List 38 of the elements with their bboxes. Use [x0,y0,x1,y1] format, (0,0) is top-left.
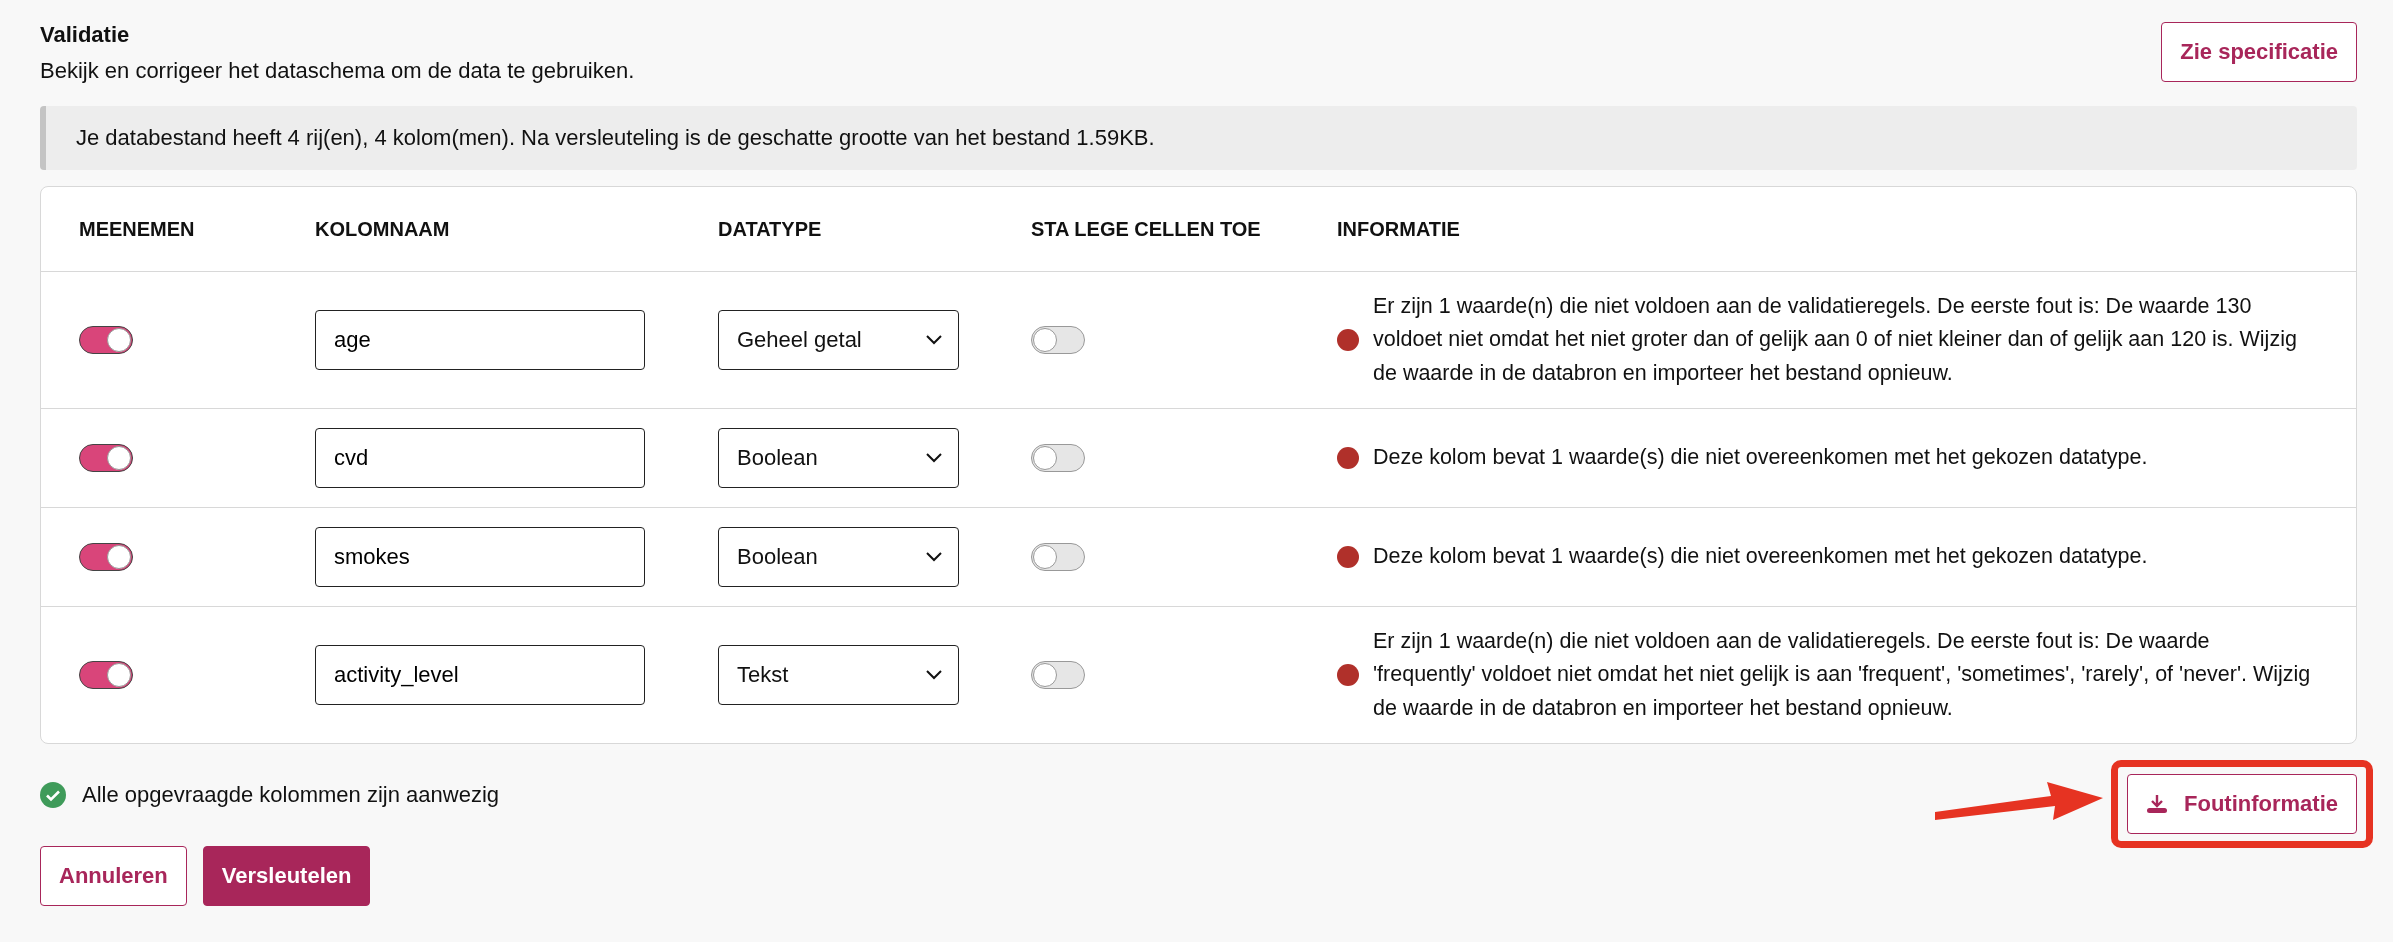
column-name-field[interactable]: age [315,309,645,370]
include-toggle[interactable] [79,325,133,354]
datatype-dropdown[interactable]: Geheel getal [718,309,959,370]
error-info-button[interactable]: Foutinformatie [2127,773,2357,834]
include-toggle[interactable] [79,542,133,571]
empty-cells-toggle[interactable] [1031,325,1085,354]
info-text: Deze kolom bevat 1 waarde(s) die niet overeenkomen met het gekozen datatype. [1373,543,2148,571]
empty-cells-toggle[interactable] [1031,660,1085,689]
column-header: INFORMATIE [1337,217,1461,241]
column-header: STA LEGE CELLEN TOE [1031,217,1262,241]
info-text: Er zijn 1 waarde(n) die niet voldoen aan de validatieregels. De eerste fout is: De waarde 130 voldoet niet omdat het niet groter dan of gelijk aan 0 of niet kleiner dan of gelijk aan 120 is. Wijzig de waarde in de databron en importeer het bestand opnieuw. [1373,293,2298,387]
download-icon [2146,793,2168,814]
info-text: Er zijn 1 waarde(n) die niet voldoen aan de validatieregels. De eerste fout is: De waarde 'frequently' voldoet niet omdat het niet gelijk is aan 'frequent', 'sometimes', 'rarely', of 'never'. Wijzig de waarde in de databron en importeer het bestand opnieuw. [1373,627,2311,722]
columns-status-text: Alle opgevraagde kolommen zijn aanwezig [82,781,500,808]
column-name-field[interactable]: smokes [315,526,645,587]
info-text: Deze kolom bevat 1 waarde(s) die niet overeenkomen met het gekozen datatype. [1373,444,2148,472]
chevron-down-icon [926,334,942,345]
column-header: MEENEMEN [79,217,196,241]
chevron-down-icon [926,669,942,680]
chevron-down-icon [926,551,942,562]
column-name-field[interactable]: activity_level [315,644,645,705]
encrypt-button[interactable]: Versleutelen [202,845,371,906]
notice-banner: Je databestand heeft 4 rij(en), 4 kolom(men). Na versleuteling is de geschatte grootte van het bestand 1.59KB. [40,106,2357,170]
specification-button[interactable]: Zie specificatie [2161,22,2357,82]
datatype-dropdown[interactable]: Boolean [718,526,959,587]
column-name-field[interactable]: cvd [315,427,645,488]
chevron-down-icon [926,452,942,463]
page-subtitle: Bekijk en corrigeer het dataschema om de data te gebruiken. [40,58,635,84]
datatype-dropdown[interactable]: Tekst [718,644,959,705]
page-title: Validatie [40,22,131,48]
include-toggle[interactable] [79,660,133,689]
cancel-button[interactable]: Annuleren [40,845,187,906]
datatype-dropdown[interactable]: Boolean [718,427,959,488]
include-toggle[interactable] [79,443,133,472]
column-header: KOLOMNAAM [315,217,451,241]
column-header: DATATYPE [718,217,823,241]
empty-cells-toggle[interactable] [1031,542,1085,571]
empty-cells-toggle[interactable] [1031,443,1085,472]
